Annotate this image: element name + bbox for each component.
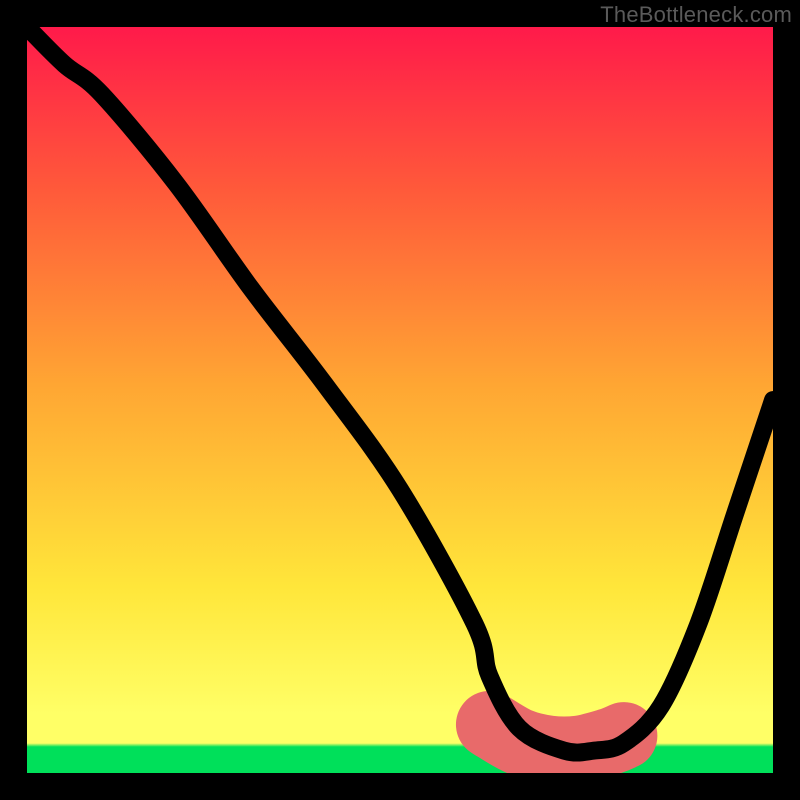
watermark-text: TheBottleneck.com [600,2,792,28]
chart-frame: TheBottleneck.com [0,0,800,800]
plot-area [27,27,773,773]
plot-svg [27,27,773,773]
